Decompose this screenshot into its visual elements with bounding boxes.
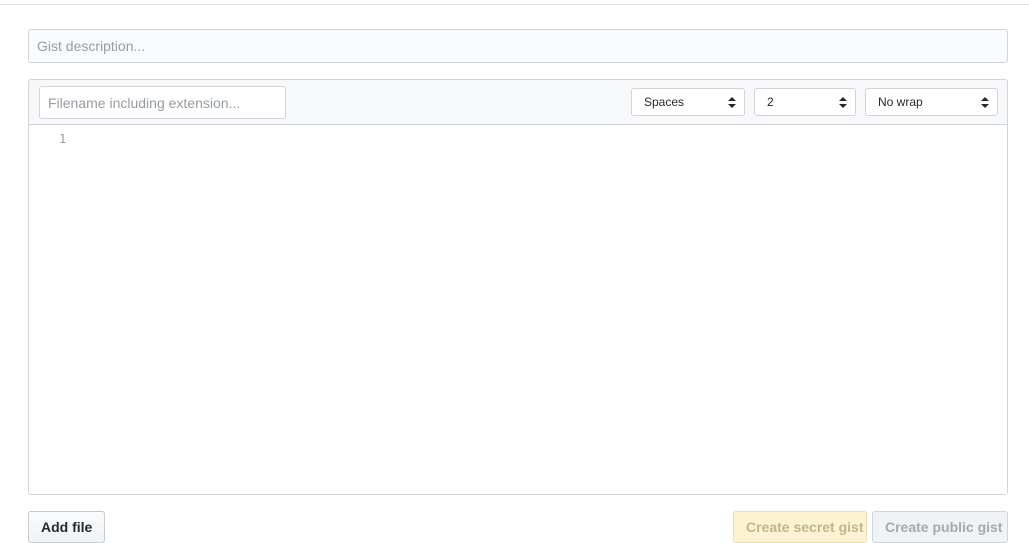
code-editor[interactable]: 1 (29, 126, 1007, 494)
indent-mode-value: Spaces (644, 95, 685, 109)
add-file-button[interactable]: Add file (28, 511, 106, 543)
line-number: 1 (59, 132, 67, 146)
indent-mode-select[interactable]: Spaces (631, 88, 745, 116)
gist-description-input[interactable] (28, 29, 1008, 63)
select-arrows-icon (839, 97, 847, 108)
filename-input[interactable] (39, 86, 286, 119)
indent-size-value: 2 (767, 95, 774, 109)
select-arrows-icon (981, 97, 989, 108)
header-divider (0, 4, 1029, 5)
create-public-gist-button[interactable]: Create public gist (872, 511, 1008, 543)
wrap-mode-value: No wrap (878, 95, 923, 109)
indent-size-select[interactable]: 2 (754, 88, 856, 116)
file-header: Spaces 2 No wrap (29, 80, 1007, 125)
file-editor-box: Spaces 2 No wrap 1 (28, 79, 1008, 495)
create-secret-gist-button[interactable]: Create secret gist (733, 511, 867, 543)
select-arrows-icon (728, 97, 736, 108)
wrap-mode-select[interactable]: No wrap (865, 88, 998, 116)
